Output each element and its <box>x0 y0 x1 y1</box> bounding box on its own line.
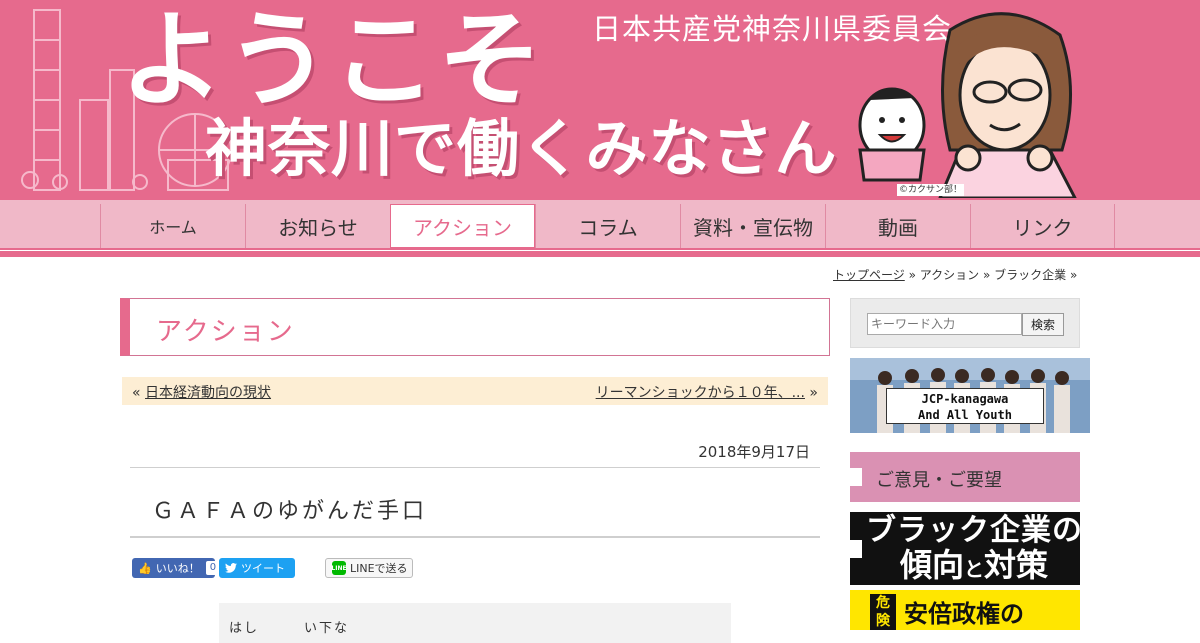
nav-item-links[interactable]: リンク <box>970 204 1115 248</box>
youth-banner[interactable]: JCP-kanagawa And All Youth <box>850 358 1090 433</box>
nav-item-news[interactable]: お知らせ <box>245 204 390 248</box>
nav-divider <box>0 251 1200 257</box>
banner-marker <box>850 540 862 558</box>
nav-item-action[interactable]: アクション <box>390 204 535 248</box>
prev-post-link[interactable]: 日本経済動向の現状 <box>145 385 271 401</box>
black-banner-particle: と <box>964 557 985 581</box>
nav-item-column[interactable]: コラム <box>535 204 680 248</box>
section-heading-box: アクション <box>120 298 830 356</box>
nav-item-video[interactable]: 動画 <box>825 204 970 248</box>
nav-item-home[interactable]: ホーム <box>100 204 245 248</box>
divider <box>130 467 820 468</box>
abe-government-banner[interactable]: 危険 安倍政権の <box>850 590 1080 630</box>
breadcrumb-action: アクション <box>919 268 980 282</box>
next-post: リーマンショックから１０年、... » <box>596 382 818 402</box>
search-button[interactable]: 検索 <box>1022 313 1064 336</box>
mascot-characters-illustration <box>858 12 1077 198</box>
black-banner-line-1: ブラック企業の <box>866 513 1083 548</box>
post-pager: « 日本経済動向の現状 リーマンショックから１０年、... » <box>122 377 828 405</box>
site-header: ようこそ 神奈川で働くみなさん 日本共産党神奈川県委員会 ©カクサン部！ <box>0 0 1200 198</box>
copyright-note: ©カクサン部！ <box>897 184 965 196</box>
line-app-icon: LINE <box>331 561 347 575</box>
article-image: はし い下な <box>219 603 731 643</box>
twitter-bird-icon <box>225 563 237 573</box>
black-banner-word-2: 対策 <box>984 546 1049 584</box>
article-image-text: はし い下な <box>229 621 725 636</box>
black-company-banner[interactable]: ブラック企業の 傾向と対策 <box>850 512 1083 586</box>
black-banner-line-2: 傾向と対策 <box>900 548 1048 586</box>
breadcrumb-separator: » <box>1070 268 1078 282</box>
global-nav-bar: ホーム お知らせ アクション コラム 資料・宣伝物 動画 リンク <box>0 198 1200 250</box>
banner-marker <box>850 468 862 486</box>
search-input[interactable] <box>867 313 1022 335</box>
line-label: LINEで送る <box>350 562 408 575</box>
thumbs-up-icon: 👍 <box>138 561 152 575</box>
opinion-banner[interactable]: ご意見・ご要望 <box>850 452 1080 502</box>
youth-sign: JCP-kanagawa And All Youth <box>886 388 1044 424</box>
search-widget: 検索 <box>850 298 1080 348</box>
danger-badge: 危険 <box>870 594 896 630</box>
welcome-heading: ようこそ <box>120 0 545 121</box>
breadcrumb-top-link[interactable]: トップページ <box>833 268 905 282</box>
opinion-label: ご意見・ご要望 <box>876 470 1002 491</box>
black-banner-word-1: 傾向 <box>900 546 965 584</box>
prev-arrow: « <box>132 385 141 401</box>
tweet-label: ツイート <box>241 562 285 575</box>
breadcrumb-separator: » <box>908 268 916 282</box>
global-nav: ホーム お知らせ アクション コラム 資料・宣伝物 動画 リンク <box>100 204 1115 248</box>
nav-item-materials[interactable]: 資料・宣伝物 <box>680 204 825 248</box>
like-label: いいね！ <box>155 562 200 575</box>
breadcrumb-separator: » <box>983 268 991 282</box>
youth-line-2: And All Youth <box>918 408 1012 422</box>
divider <box>130 536 820 538</box>
abe-government-label: 安倍政権の <box>904 600 1024 628</box>
post-date: 2018年9月17日 <box>698 443 810 461</box>
breadcrumb: トップページ » アクション » ブラック企業 » <box>833 266 1077 283</box>
next-post-link[interactable]: リーマンショックから１０年、... <box>596 385 805 401</box>
line-share-button[interactable]: LINE LINEで送る <box>325 558 413 578</box>
header-subtitle: 神奈川で働くみなさん <box>205 112 838 185</box>
like-count: 0 <box>205 561 221 575</box>
section-title: アクション <box>156 317 295 347</box>
facebook-like-button[interactable]: 👍 いいね！ 0 <box>132 558 221 578</box>
tweet-button[interactable]: ツイート <box>219 558 295 578</box>
prev-post: « 日本経済動向の現状 <box>132 382 271 402</box>
breadcrumb-current: ブラック企業 <box>994 268 1067 282</box>
youth-line-1: JCP-kanagawa <box>921 392 1009 406</box>
post-title: ＧＡＦＡのゆがんだ手口 <box>152 499 428 524</box>
next-arrow: » <box>809 385 818 401</box>
